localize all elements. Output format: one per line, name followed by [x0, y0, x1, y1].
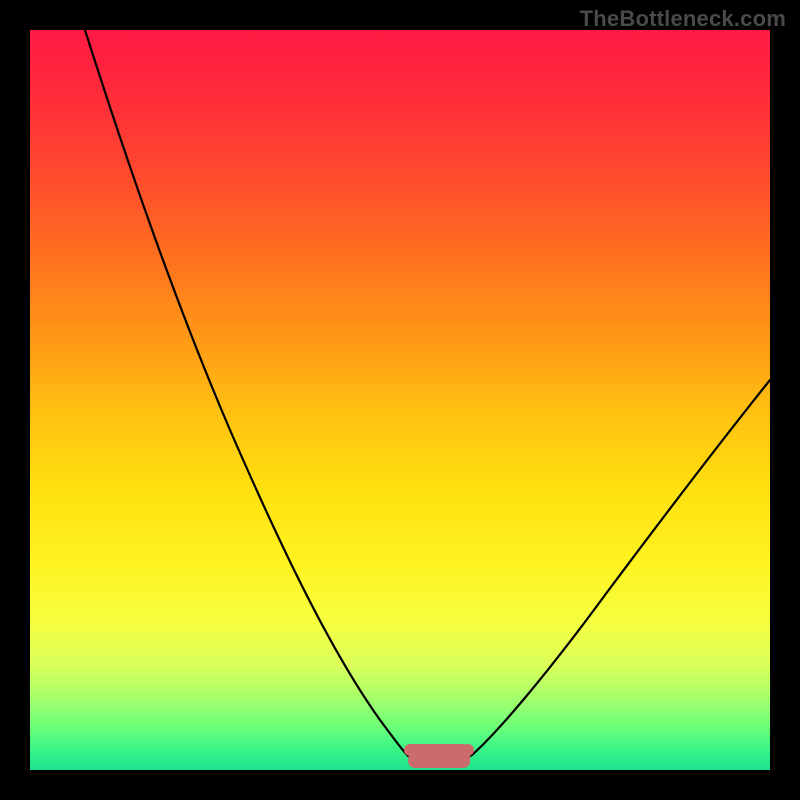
curve-overlay	[30, 30, 770, 770]
bottleneck-curve	[85, 30, 770, 758]
plot-area	[30, 30, 770, 770]
blob-right-dot	[462, 744, 474, 756]
watermark-text: TheBottleneck.com	[580, 6, 786, 32]
chart-root: TheBottleneck.com	[0, 0, 800, 800]
optimal-zone-blob	[408, 744, 470, 768]
blob-left-dot	[404, 744, 416, 756]
